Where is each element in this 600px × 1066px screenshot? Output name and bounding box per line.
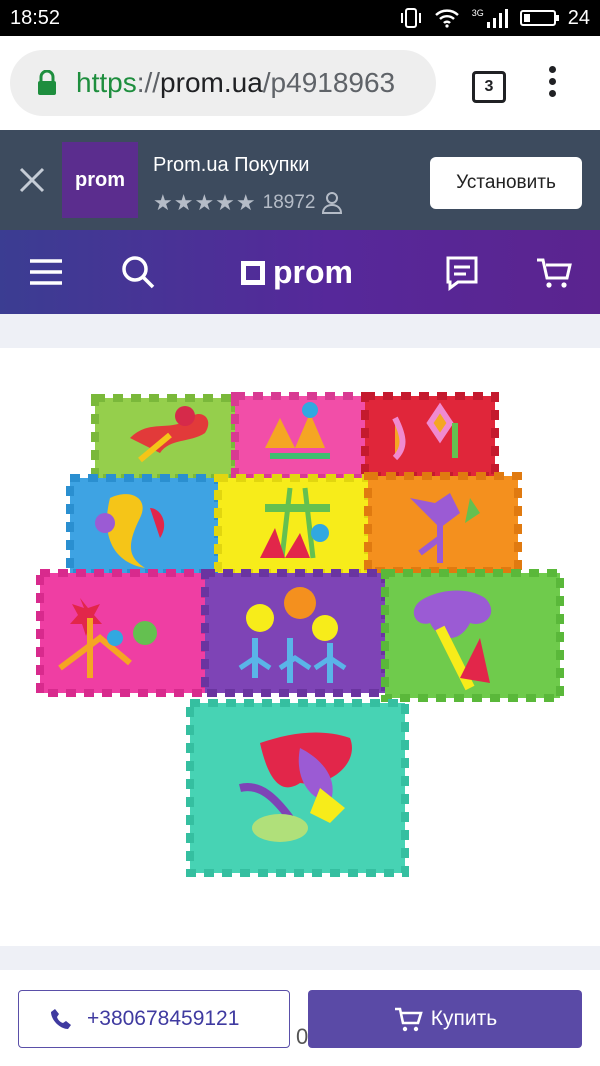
- more-menu-icon[interactable]: [546, 66, 558, 100]
- section-gap: [0, 314, 600, 348]
- address-bar[interactable]: https://prom.ua/p4918963: [10, 50, 436, 116]
- site-header: prom: [0, 230, 600, 314]
- network-type: 3G: [471, 8, 484, 18]
- puzzle-tile: [231, 392, 369, 482]
- prom-logo[interactable]: prom: [241, 254, 353, 291]
- status-icons: 3G 24: [400, 7, 590, 30]
- browser-toolbar: https://prom.ua/p4918963 3: [0, 36, 600, 130]
- url-separator: ://: [136, 67, 161, 98]
- battery-percent: 24: [567, 6, 590, 29]
- url-host: prom.ua: [160, 67, 263, 98]
- puzzle-tile: [361, 392, 499, 480]
- call-button[interactable]: +380678459121: [18, 990, 290, 1048]
- hamburger-menu-icon[interactable]: [26, 252, 66, 292]
- rating-count: 18972: [262, 192, 316, 213]
- app-title: Prom.ua Покупки: [153, 154, 310, 176]
- puzzle-tile: [66, 474, 222, 577]
- buy-label: Купить: [430, 1007, 498, 1030]
- install-button[interactable]: Установить: [430, 157, 582, 209]
- puzzle-tile: [201, 569, 389, 697]
- url-text: https://prom.ua/p4918963: [76, 67, 395, 99]
- bottom-action-bar: +380678459121 Купить: [0, 975, 600, 1066]
- user-icon: [322, 192, 343, 214]
- product-gallery[interactable]: [0, 348, 600, 946]
- battery-icon: [519, 10, 559, 26]
- messages-icon[interactable]: [442, 252, 482, 292]
- battery-fill: [523, 14, 531, 22]
- puzzle-tile: [364, 472, 522, 575]
- tab-switcher-button[interactable]: 3: [472, 71, 506, 103]
- app-install-banner: prom Prom.ua Покупки ★★★★★ 18972 Установ…: [0, 130, 600, 230]
- search-icon[interactable]: [118, 252, 158, 292]
- puzzle-tile: [91, 394, 239, 482]
- signal-icon: 3G: [472, 8, 508, 28]
- close-icon[interactable]: [18, 166, 46, 194]
- puzzle-tile: [381, 569, 564, 702]
- status-bar: 18:52 3G 24: [0, 0, 600, 36]
- logo-square-icon: [241, 260, 265, 285]
- puzzle-tile: [186, 699, 409, 877]
- tab-count: 3: [484, 78, 494, 95]
- app-icon-text: prom: [75, 168, 125, 191]
- phone-number: +380678459121: [87, 1007, 240, 1030]
- status-time: 18:52: [10, 6, 61, 29]
- app-icon: prom: [62, 142, 138, 218]
- puzzle-tile: [214, 474, 372, 577]
- vibrate-icon: [400, 8, 421, 28]
- puzzle-tile: [36, 569, 209, 697]
- url-path: /p4918963: [262, 67, 396, 98]
- buy-button[interactable]: Купить: [308, 990, 582, 1048]
- url-scheme: https: [76, 67, 137, 98]
- cart-icon[interactable]: [534, 252, 574, 292]
- logo-text: prom: [273, 254, 353, 290]
- rating-stars: ★★★★★: [153, 190, 257, 215]
- lock-icon: [38, 70, 56, 95]
- phone-icon: [51, 1009, 71, 1029]
- product-image: [36, 392, 564, 877]
- cart-icon: [394, 1007, 423, 1032]
- wifi-icon: [434, 9, 459, 28]
- app-rating: ★★★★★ 18972: [153, 190, 343, 216]
